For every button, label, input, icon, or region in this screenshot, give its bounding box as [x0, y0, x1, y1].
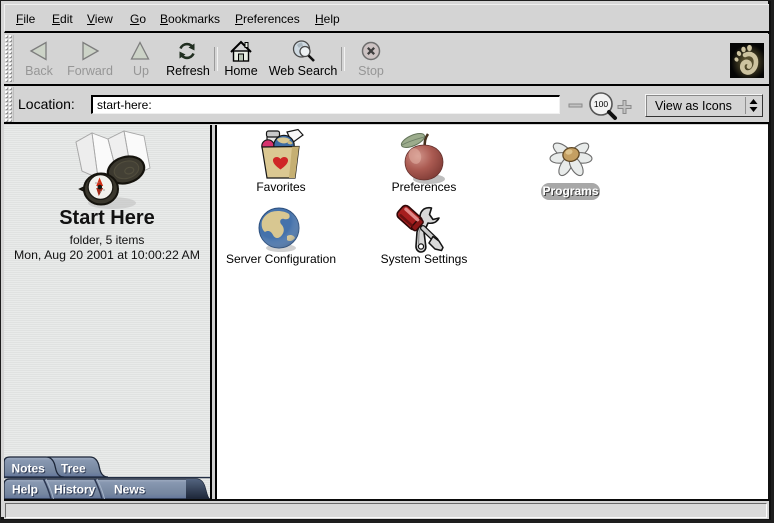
svg-text:Tree: Tree	[61, 462, 86, 476]
svg-text:History: History	[54, 483, 96, 497]
svg-text:News: News	[114, 483, 146, 497]
svg-text:100: 100	[594, 99, 608, 109]
svg-text:Help: Help	[12, 483, 38, 497]
svg-text:Notes: Notes	[12, 462, 46, 476]
